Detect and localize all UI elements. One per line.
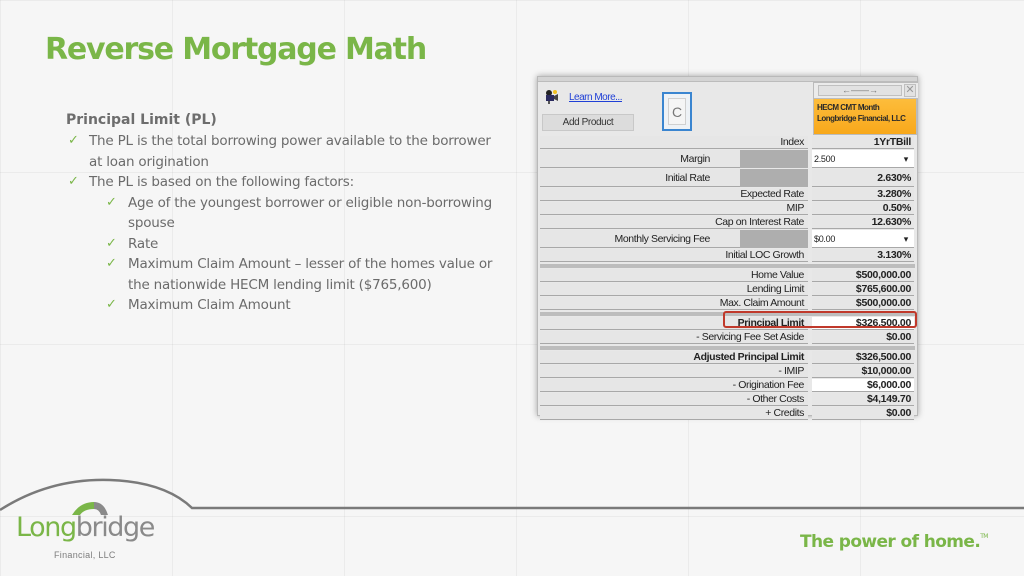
check-icon: ✓: [106, 235, 117, 251]
row-initial-rate: Initial Rate 2.630%: [540, 169, 915, 188]
row-principal-limit: Principal Limit $326,500.00: [540, 317, 915, 331]
dropdown-icon: ▾: [903, 234, 909, 244]
section-heading: Principal Limit (PL): [66, 112, 217, 128]
product-nav-bar: ←——→ ✕: [814, 83, 918, 99]
row-mip: MIP 0.50%: [540, 202, 915, 216]
bullet-item: ✓ The PL is based on the following factor…: [66, 172, 506, 193]
check-icon: ✓: [106, 256, 117, 271]
row-adjusted-pl: Adjusted Principal Limit $326,500.00: [540, 351, 915, 365]
section-divider: [540, 312, 915, 316]
gray-block: [740, 169, 808, 187]
add-product-button[interactable]: Add Product: [542, 114, 634, 131]
row-set-aside: - Servicing Fee Set Aside $0.00: [540, 331, 915, 345]
dropdown-icon: ▾: [903, 154, 909, 164]
row-credits: + Credits $0.00: [540, 407, 915, 421]
row-other-costs: - Other Costs $4,149.70: [540, 393, 915, 407]
trademark: TM: [980, 533, 988, 540]
row-origination-fee: - Origination Fee $6,000.00: [540, 379, 915, 393]
slide-title: Reverse Mortgage Math: [45, 32, 427, 67]
row-loc-growth: Initial LOC Growth 3.130%: [540, 249, 915, 263]
logo-subtitle: Financial, LLC: [54, 550, 116, 560]
gray-block: [740, 230, 808, 248]
calculate-button[interactable]: C: [662, 92, 692, 131]
section-divider: [540, 264, 915, 268]
check-icon: ✓: [106, 297, 117, 312]
row-servicing-fee: Monthly Servicing Fee $0.00 ▾: [540, 230, 915, 249]
movie-camera-icon: [546, 90, 558, 104]
sub-bullet-item: ✓ Age of the youngest borrower or eligibl…: [106, 194, 493, 232]
section-divider: [540, 346, 915, 350]
product-name: HECM CMT Month Longbridge Financial, LLC: [817, 103, 906, 123]
logo-wordmark: Longbridge: [16, 512, 155, 543]
product-header: ←——→ ✕ HECM CMT Month Longbridge Financi…: [813, 82, 918, 135]
calculator-window: Learn More... Add Product C ←——→ ✕ HECM …: [537, 76, 918, 420]
row-cap-rate: Cap on Interest Rate 12.630%: [540, 216, 915, 230]
check-icon: ✓: [106, 194, 117, 210]
check-icon: ✓: [68, 174, 79, 189]
content-block: Principal Limit (PL) ✓ The PL is the tota…: [66, 110, 506, 316]
row-index: Index 1YrTBill: [540, 136, 915, 150]
sub-bullet-item: ✓ Maximum Claim Amount: [66, 295, 506, 316]
row-home-value: Home Value $500,000.00: [540, 269, 915, 283]
margin-select[interactable]: 2.500 ▾: [812, 150, 914, 168]
learn-more-link[interactable]: Learn More...: [569, 92, 622, 103]
sub-bullet-item: ✓ Maximum Claim Amount – lesser of the ho…: [106, 256, 493, 293]
reorder-arrows-icon[interactable]: ←——→: [818, 85, 902, 96]
row-margin: Margin 2.500 ▾: [540, 150, 915, 169]
close-icon[interactable]: ✕: [904, 84, 916, 97]
row-lending-limit: Lending Limit $765,600.00: [540, 283, 915, 297]
calculator-rows: Index 1YrTBill Margin 2.500 ▾ Initial Rat…: [540, 136, 915, 421]
check-icon: ✓: [68, 133, 79, 148]
calculate-label: C: [668, 98, 686, 125]
sub-bullet-item: ✓ Rate: [66, 234, 506, 255]
servicing-fee-select[interactable]: $0.00 ▾: [812, 230, 914, 248]
row-expected-rate: Expected Rate 3.280%: [540, 188, 915, 202]
origination-fee-input[interactable]: $6,000.00: [812, 379, 914, 392]
bullet-item: ✓ The PL is the total borrowing power ava…: [68, 133, 491, 170]
row-max-claim: Max. Claim Amount $500,000.00: [540, 297, 915, 311]
row-imip: - IMIP $10,000.00: [540, 365, 915, 379]
gray-block: [740, 150, 808, 168]
tagline: The power of home.TM: [800, 532, 988, 552]
